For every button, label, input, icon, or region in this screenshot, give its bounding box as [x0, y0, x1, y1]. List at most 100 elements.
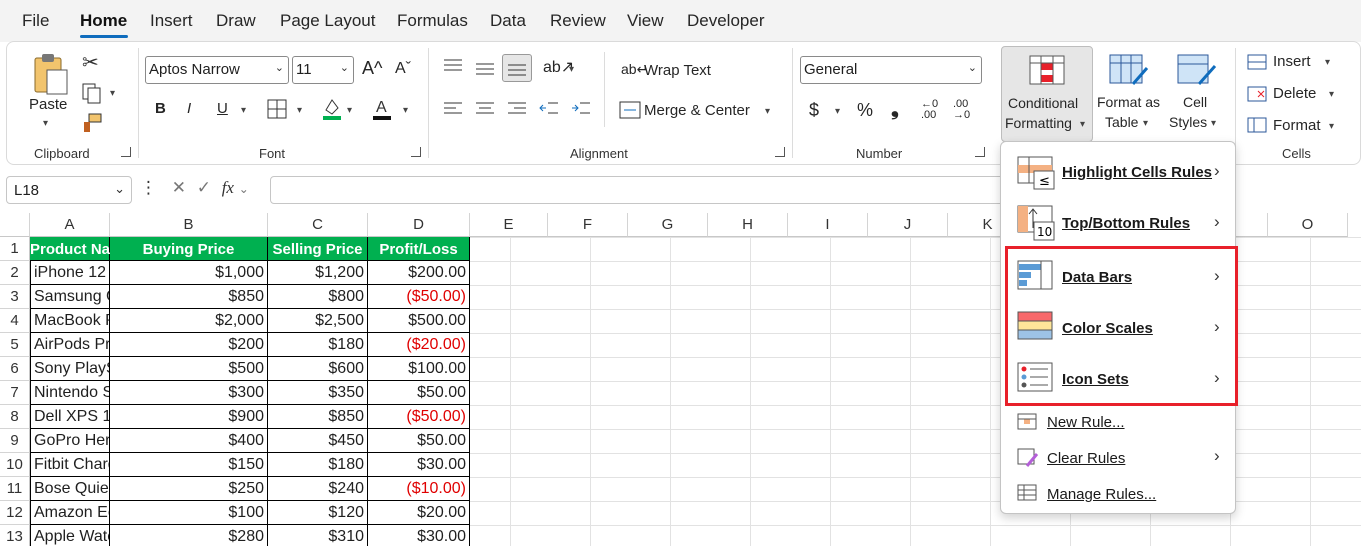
table-cell[interactable]: Samsung Galaxy S21	[30, 285, 110, 309]
tab-home[interactable]: Home	[80, 11, 127, 31]
chevron-down-icon[interactable]: ⌄	[239, 182, 249, 196]
column-header[interactable]: B	[110, 213, 268, 237]
table-cell[interactable]: ($10.00)	[368, 477, 470, 501]
row-header[interactable]: 6	[0, 357, 30, 381]
conditional-formatting-button[interactable]: Conditional Formatting ▾	[1001, 46, 1093, 142]
table-cell[interactable]: $30.00	[368, 453, 470, 477]
increase-font-icon[interactable]: A^	[362, 58, 382, 79]
table-cell[interactable]: $1,000	[110, 261, 268, 285]
insert-function-icon[interactable]: fx	[222, 178, 234, 197]
table-header-cell[interactable]: Selling Price	[268, 237, 368, 261]
table-header-cell[interactable]: Profit/Loss	[368, 237, 470, 261]
table-cell[interactable]: $350	[268, 381, 368, 405]
table-cell[interactable]: Fitbit Charge 4	[30, 453, 110, 477]
table-cell[interactable]: Amazon Echo	[30, 501, 110, 525]
chevron-down-icon[interactable]: ▾	[1143, 118, 1148, 129]
column-header[interactable]: F	[548, 213, 628, 237]
cancel-icon[interactable]: ✕	[172, 178, 186, 197]
font-launcher-icon[interactable]	[411, 147, 421, 157]
insert-cells-button[interactable]: Insert	[1273, 53, 1311, 70]
decrease-indent-icon[interactable]	[539, 100, 559, 118]
wrap-text-button[interactable]: Wrap Text	[644, 62, 711, 79]
alignment-launcher-icon[interactable]	[775, 147, 785, 157]
cell-styles-icon[interactable]	[1177, 54, 1217, 88]
chevron-down-icon[interactable]: ▾	[1211, 118, 1216, 129]
copy-icon[interactable]	[81, 82, 103, 104]
table-cell[interactable]: Nintendo Switch	[30, 381, 110, 405]
row-header[interactable]: 4	[0, 309, 30, 333]
format-as-table-line2[interactable]: Table	[1105, 114, 1138, 130]
table-cell[interactable]: $400	[110, 429, 268, 453]
chevron-down-icon[interactable]: ▾	[1325, 57, 1330, 68]
table-cell[interactable]: $20.00	[368, 501, 470, 525]
table-cell[interactable]: $850	[110, 285, 268, 309]
table-header-cell[interactable]: Buying Price	[110, 237, 268, 261]
table-cell[interactable]: Bose QuietComfort	[30, 477, 110, 501]
row-header[interactable]: 10	[0, 453, 30, 477]
format-as-table-icon[interactable]	[1109, 54, 1149, 88]
column-header[interactable]: E	[470, 213, 548, 237]
menu-item-manage-rules[interactable]: Manage Rules...	[1001, 479, 1235, 509]
column-header[interactable]: J	[868, 213, 948, 237]
table-cell[interactable]: ($50.00)	[368, 285, 470, 309]
align-left-icon[interactable]	[443, 100, 463, 118]
borders-icon[interactable]	[267, 99, 287, 119]
table-cell[interactable]: $150	[110, 453, 268, 477]
table-cell[interactable]: $100.00	[368, 357, 470, 381]
table-cell[interactable]: $100	[110, 501, 268, 525]
column-header[interactable]: G	[628, 213, 708, 237]
table-cell[interactable]: iPhone 12	[30, 261, 110, 285]
table-cell[interactable]: $850	[268, 405, 368, 429]
merge-dropdown-icon[interactable]: ▾	[765, 106, 770, 117]
tab-developer[interactable]: Developer	[687, 11, 765, 31]
table-cell[interactable]: ($20.00)	[368, 333, 470, 357]
table-cell[interactable]: $500	[110, 357, 268, 381]
decrease-font-icon[interactable]: Aˇ	[395, 60, 411, 78]
table-cell[interactable]: $900	[110, 405, 268, 429]
paste-label[interactable]: Paste	[29, 96, 67, 113]
align-center-icon[interactable]	[475, 100, 495, 118]
row-header[interactable]: 3	[0, 285, 30, 309]
underline-dropdown-icon[interactable]: ▾	[241, 105, 246, 116]
fill-color-icon[interactable]	[321, 96, 343, 122]
table-cell[interactable]: $300	[110, 381, 268, 405]
formula-input[interactable]	[270, 176, 1005, 204]
font-name-combo[interactable]: Aptos Narrow ⌄	[145, 56, 289, 84]
table-cell[interactable]: $800	[268, 285, 368, 309]
table-cell[interactable]: $600	[268, 357, 368, 381]
merge-center-icon[interactable]	[619, 100, 641, 120]
insert-cells-icon[interactable]	[1247, 53, 1267, 71]
tab-draw[interactable]: Draw	[216, 11, 256, 31]
align-right-icon[interactable]	[507, 100, 527, 118]
table-cell[interactable]: $200	[110, 333, 268, 357]
align-middle-icon[interactable]	[475, 60, 495, 76]
select-all-corner[interactable]	[0, 213, 30, 237]
cell-styles-line1[interactable]: Cell	[1183, 94, 1207, 110]
column-header[interactable]: C	[268, 213, 368, 237]
table-cell[interactable]: $280	[110, 525, 268, 546]
row-header[interactable]: 12	[0, 501, 30, 525]
format-as-table-line1[interactable]: Format as	[1097, 94, 1160, 110]
table-cell[interactable]: $50.00	[368, 429, 470, 453]
table-cell[interactable]: MacBook Pro	[30, 309, 110, 333]
align-top-icon[interactable]	[443, 58, 463, 74]
delete-cells-icon[interactable]	[1247, 85, 1267, 103]
table-cell[interactable]: Dell XPS 13	[30, 405, 110, 429]
row-header[interactable]: 7	[0, 381, 30, 405]
number-format-combo[interactable]: General ⌄	[800, 56, 982, 84]
column-header[interactable]: D	[368, 213, 470, 237]
bold-icon[interactable]: B	[155, 100, 166, 117]
table-cell[interactable]: GoPro Hero 9	[30, 429, 110, 453]
row-header[interactable]: 1	[0, 237, 30, 261]
clipboard-launcher-icon[interactable]	[121, 147, 131, 157]
tab-page-layout[interactable]: Page Layout	[280, 11, 375, 31]
chevron-down-icon[interactable]: ▾	[1329, 89, 1334, 100]
currency-dropdown-icon[interactable]: ▾	[835, 106, 840, 117]
underline-icon[interactable]: U	[217, 100, 228, 117]
table-cell[interactable]: Apple Watch SE	[30, 525, 110, 546]
cut-icon[interactable]: ✂	[82, 50, 99, 75]
menu-item-new-rule[interactable]: New Rule...	[1001, 408, 1235, 438]
format-painter-icon[interactable]	[81, 112, 103, 134]
tab-data[interactable]: Data	[490, 11, 526, 31]
tab-formulas[interactable]: Formulas	[397, 11, 468, 31]
